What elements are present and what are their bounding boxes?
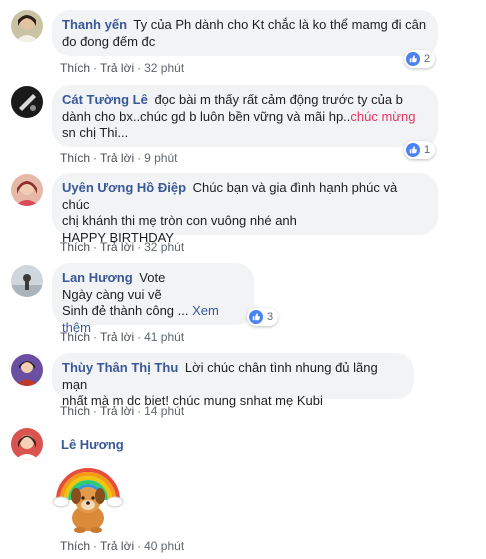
reply-link[interactable]: Trả lời <box>100 240 134 254</box>
reaction-count[interactable]: 3 <box>247 308 279 326</box>
comment-text: sn chị Thi... <box>62 125 129 140</box>
avatar[interactable] <box>11 174 43 206</box>
rainbow-dog-sticker <box>52 456 124 534</box>
like-icon <box>406 52 420 66</box>
timestamp[interactable]: 9 phút <box>144 151 177 165</box>
comment-actions: Thích · Trả lời · 41 phút <box>60 330 185 344</box>
comment-text: Ngày càng vui vẽ <box>62 286 162 302</box>
highlight-text: chúc mừng <box>350 108 416 124</box>
timestamp[interactable]: 14 phút <box>144 404 184 418</box>
reply-link[interactable]: Trả lời <box>100 61 134 75</box>
reply-link[interactable]: Trả lời <box>100 151 134 165</box>
commenter-name[interactable]: Cát Tường Lê <box>62 92 148 107</box>
reaction-count[interactable]: 2 <box>404 50 436 68</box>
commenter-name[interactable]: Thanh yến <box>62 17 127 32</box>
commenter-name[interactable]: Thùy Thân Thị Thu <box>62 360 178 375</box>
like-link[interactable]: Thích <box>60 404 90 418</box>
avatar[interactable] <box>11 354 43 386</box>
comment-text: dành cho bx..chúc gd b luôn bền vững và … <box>62 108 351 124</box>
comment-text: Sinh đẻ thành công ... <box>62 303 189 318</box>
comment-actions: Thích · Trả lời · 32 phút <box>60 61 185 75</box>
timestamp[interactable]: 41 phút <box>144 330 184 344</box>
avatar[interactable] <box>11 10 43 42</box>
like-link[interactable]: Thích <box>60 539 90 553</box>
comment-bubble: Lan Hương Vote Ngày càng vui vẽ Sinh đẻ … <box>52 263 254 335</box>
like-link[interactable]: Thích <box>60 151 90 165</box>
reply-link[interactable]: Trả lời <box>100 539 134 553</box>
timestamp[interactable]: 32 phút <box>144 240 184 254</box>
comment-bubble: Thanh yến Ty của Ph dành cho Kt chắc là … <box>52 10 438 56</box>
comment-text: Ty của Ph dành cho Kt chắc là ko thể mam… <box>133 17 427 32</box>
comment-actions: Thích · Trả lời · 40 phút <box>60 539 185 553</box>
commenter-name[interactable]: Uyên Ương Hồ Điệp <box>62 180 186 195</box>
avatar[interactable] <box>11 265 43 297</box>
reply-link[interactable]: Trả lời <box>100 404 134 418</box>
avatar[interactable] <box>11 428 43 460</box>
timestamp[interactable]: 40 phút <box>144 539 184 553</box>
commenter-name[interactable]: Lê Hương <box>61 437 124 452</box>
comment-bubble: Uyên Ương Hồ Điệp Chúc bạn và gia đình h… <box>52 173 438 245</box>
commenter-name[interactable]: Lan Hương <box>62 270 133 285</box>
comment-actions: Thích · Trả lời · 9 phút <box>60 151 178 165</box>
timestamp[interactable]: 32 phút <box>144 61 184 75</box>
reply-link[interactable]: Trả lời <box>100 330 134 344</box>
like-icon <box>249 310 263 324</box>
comment-text: chị khánh thi mẹ tròn con vuông nhé anh <box>62 213 297 228</box>
like-icon <box>406 143 420 157</box>
reaction-count[interactable]: 1 <box>404 141 436 159</box>
comment-text: Vote <box>139 270 166 285</box>
comment-bubble: Cát Tường Lê đọc bài m thấy rất cảm động… <box>52 85 438 147</box>
like-link[interactable]: Thích <box>60 61 90 75</box>
comment-text: đo đong đếm đc <box>62 33 156 49</box>
comment-actions: Thích · Trả lời · 14 phút <box>60 404 185 418</box>
comment-actions: Thích · Trả lời · 32 phút <box>60 240 185 254</box>
like-link[interactable]: Thích <box>60 240 90 254</box>
avatar[interactable] <box>11 86 43 118</box>
comment-bubble: Thùy Thân Thị Thu Lời chúc chân tình nhu… <box>52 353 414 408</box>
like-link[interactable]: Thích <box>60 330 90 344</box>
comment-text: đọc bài m thấy rất cảm động trước ty của… <box>154 92 403 107</box>
